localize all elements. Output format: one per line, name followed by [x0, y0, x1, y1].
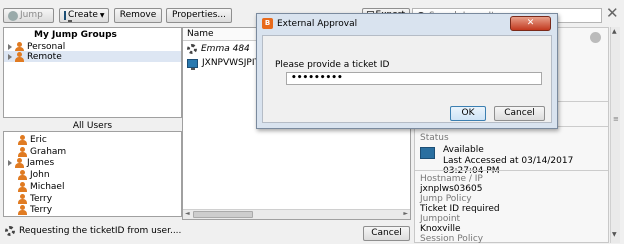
tree-item-remote[interactable]: Remote	[4, 51, 181, 62]
jump-policy-value: Ticket ID required	[420, 204, 500, 214]
user-item[interactable]: Terry	[18, 204, 52, 215]
ticket-id-input[interactable]: •••••••••	[286, 72, 542, 85]
user-item[interactable]: John	[18, 169, 50, 180]
status-message: Requesting the ticketID from user....	[19, 226, 182, 236]
person-icon	[18, 134, 27, 145]
dialog-close-button[interactable]: ✕	[510, 16, 551, 31]
ticket-id-value: •••••••••	[291, 73, 343, 83]
person-icon	[18, 204, 27, 215]
users-title: All Users	[72, 121, 113, 131]
scroll-down-icon[interactable]: ▼	[612, 231, 617, 238]
dialog-title: External Approval	[277, 19, 358, 29]
dialog-body: Please provide a ticket ID ••••••••• OK …	[262, 35, 552, 123]
person-icon	[18, 181, 27, 192]
cancel-request-button[interactable]: Cancel	[363, 226, 410, 241]
user-item[interactable]: Terry	[18, 193, 52, 204]
jump-icon	[8, 10, 18, 21]
expand-icon[interactable]	[8, 53, 12, 60]
person-icon	[18, 193, 27, 204]
person-icon	[15, 51, 24, 62]
user-item[interactable]: Graham	[18, 146, 66, 157]
horizontal-scrollbar[interactable]: ◄ ►	[183, 209, 410, 219]
table-row[interactable]: JXNPVWSJPITT	[187, 58, 265, 70]
scroll-up-icon[interactable]: ▲	[612, 28, 617, 35]
status-monitor-icon	[420, 147, 435, 159]
details-scrollbar[interactable]: ▲ ≡ ▼	[610, 27, 620, 243]
ok-button[interactable]: OK	[450, 106, 486, 121]
person-icon	[18, 146, 27, 157]
expand-icon[interactable]	[8, 43, 12, 50]
jumpoint-value: Knoxville	[420, 224, 461, 234]
users-panel: Eric Graham James John Michael Terry Ter…	[3, 131, 182, 217]
last-accessed: Last Accessed at 03/14/2017 03:27:04 PM	[443, 156, 574, 176]
monitor-icon	[64, 11, 72, 22]
user-item[interactable]: James	[8, 157, 54, 168]
remove-button[interactable]: Remove	[114, 8, 162, 23]
expand-icon[interactable]	[8, 159, 12, 166]
close-icon: ✕	[526, 18, 535, 28]
scroll-left-icon[interactable]: ◄	[185, 210, 190, 217]
hostname-value: jxnplws03605	[420, 184, 483, 194]
chevron-down-icon: ▼	[99, 12, 105, 19]
app-logo-icon: B	[262, 18, 273, 29]
clear-search-icon[interactable]: ✕	[606, 6, 619, 21]
table-row[interactable]: Emma 484	[187, 44, 250, 54]
status-bar: Requesting the ticketID from user....	[5, 226, 181, 236]
properties-button[interactable]: Properties...	[166, 8, 232, 23]
dialog-prompt: Please provide a ticket ID	[275, 60, 390, 70]
user-item[interactable]: Eric	[18, 134, 47, 145]
jump-button[interactable]: Jump	[3, 8, 54, 23]
jump-policy-label: Jump Policy	[420, 194, 472, 204]
scroll-right-icon[interactable]: ►	[403, 210, 408, 217]
jump-groups-title: My Jump Groups	[34, 30, 117, 40]
dialog-titlebar[interactable]: B External Approval ✕	[257, 14, 557, 34]
person-icon	[18, 169, 27, 180]
user-item[interactable]: Michael	[18, 181, 64, 192]
person-icon	[15, 41, 24, 52]
divider	[415, 170, 608, 171]
status-value: Available	[443, 145, 484, 155]
status-label: Status	[420, 133, 449, 143]
dialog-cancel-button[interactable]: Cancel	[494, 106, 545, 121]
person-icon	[15, 157, 24, 168]
gear-icon	[187, 44, 197, 54]
jump-groups-panel: My Jump Groups Personal Remote	[3, 27, 182, 118]
busy-gear-icon	[5, 226, 15, 236]
scroll-grip-icon[interactable]: ≡	[613, 115, 619, 123]
create-button[interactable]: Create ▼	[59, 8, 109, 23]
scrollbar-thumb[interactable]	[193, 211, 253, 218]
hostname-label: Hostname / IP	[420, 174, 483, 184]
external-approval-dialog: B External Approval ✕ Please provide a t…	[256, 13, 558, 129]
play-icon[interactable]	[590, 32, 601, 43]
jumpoint-label: Jumpoint	[420, 214, 461, 224]
monitor-icon	[187, 58, 198, 70]
